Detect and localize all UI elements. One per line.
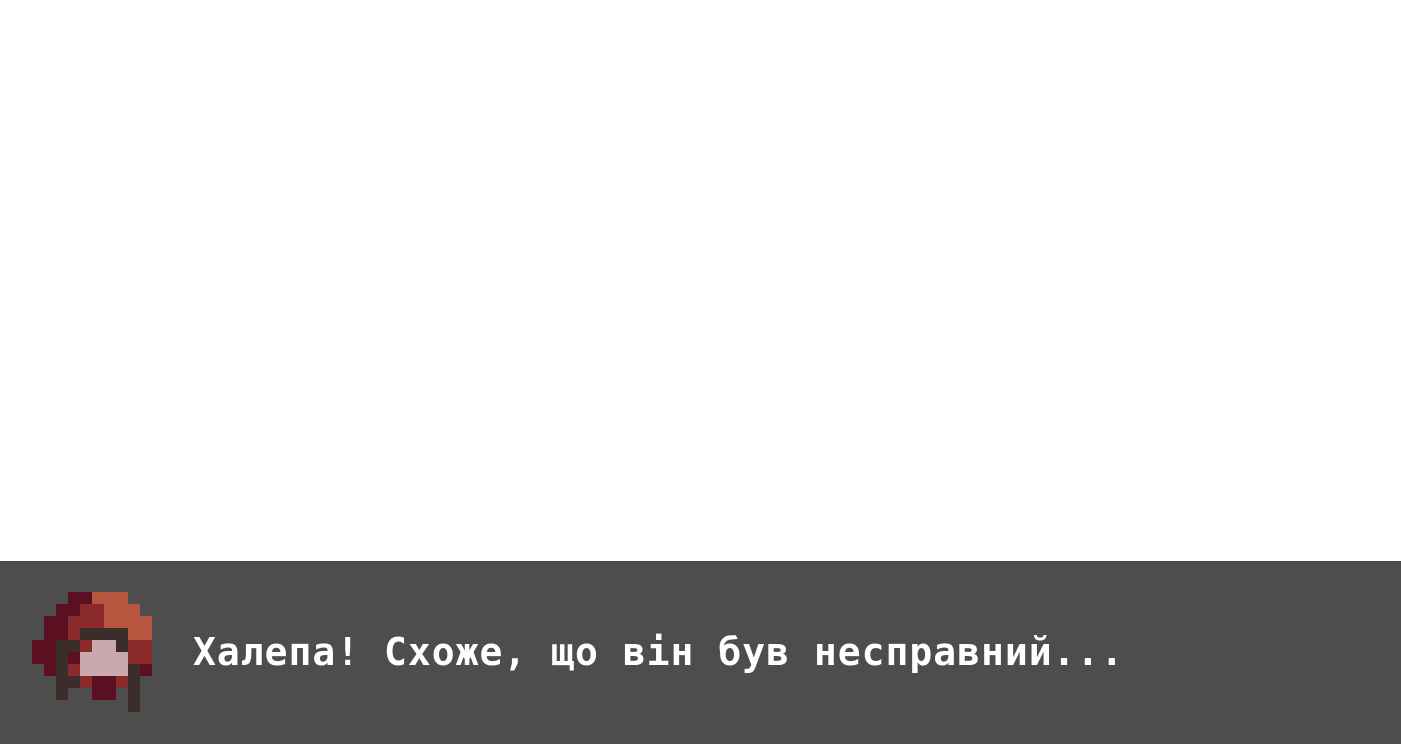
character-portrait-icon (32, 592, 164, 712)
game-scene (0, 0, 1401, 561)
dialog-text: Халепа! Схоже, що він був несправний... (193, 630, 1125, 674)
